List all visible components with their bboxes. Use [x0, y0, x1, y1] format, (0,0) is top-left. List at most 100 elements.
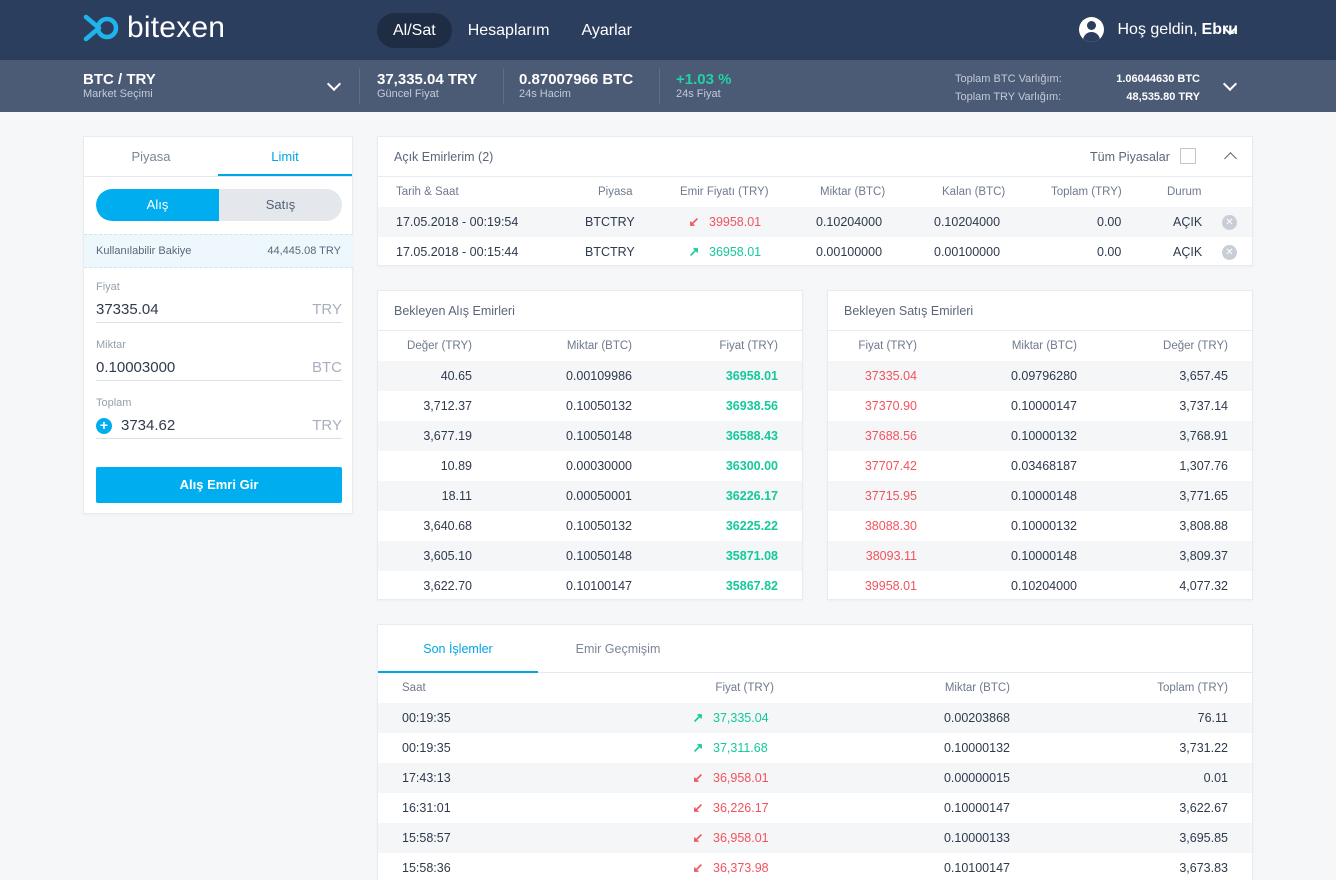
buy-order-row[interactable]: 10.89 0.00030000 36300.00: [378, 451, 802, 481]
sell-order-price: 37335.04: [864, 369, 917, 383]
col-value: Değer (TRY): [1163, 340, 1228, 352]
sell-order-value: 3,808.88: [1179, 519, 1228, 533]
sell-order-price: 39958.01: [864, 579, 917, 593]
buy-order-price: 36958.01: [725, 369, 778, 383]
collapse-chevron-up-icon[interactable]: [1224, 152, 1237, 165]
col-market: Piyasa: [598, 186, 633, 198]
market-selector[interactable]: BTC / TRY Market Seçimi: [83, 71, 156, 100]
trade-price: ↙ 36,373.98: [692, 853, 769, 880]
arrow-down-left-icon: ↙: [692, 830, 704, 845]
sell-order-amount: 0.10000148: [1010, 549, 1077, 563]
all-markets-label: Tüm Piyasalar: [1090, 150, 1170, 164]
user-menu[interactable]: Hoş geldin, Ebru: [1078, 17, 1238, 42]
total-input[interactable]: + 3734.62 TRY: [96, 413, 342, 439]
tab-limit[interactable]: Limit: [218, 137, 352, 176]
buy-order-price: 35871.08: [725, 549, 778, 563]
buy-order-price: 36300.00: [725, 459, 778, 473]
order-form: Piyasa Limit Alış Satış Kullanılabilir B…: [83, 136, 353, 514]
nav-link-settings[interactable]: Ayarlar: [566, 13, 648, 48]
buy-order-row[interactable]: 3,640.68 0.10050132 36225.22: [378, 511, 802, 541]
trade-time: 00:19:35: [402, 711, 451, 725]
arrow-up-right-icon: ↗: [688, 244, 700, 259]
sell-order-price: 38093.11: [865, 549, 917, 563]
plus-icon[interactable]: +: [96, 417, 112, 434]
sell-order-row[interactable]: 38088.30 0.10000132 3,808.88: [828, 511, 1252, 541]
price-input[interactable]: 37335.04 TRY: [96, 297, 342, 323]
trade-price-value: 37,311.68: [713, 741, 768, 755]
tab-recent-trades[interactable]: Son İşlemler: [378, 625, 538, 673]
buy-order-row[interactable]: 40.65 0.00109986 36958.01: [378, 361, 802, 391]
buy-order-row[interactable]: 3,712.37 0.10050132 36938.56: [378, 391, 802, 421]
sell-order-row[interactable]: 37715.95 0.10000148 3,771.65: [828, 481, 1252, 511]
all-markets-checkbox[interactable]: [1180, 148, 1196, 164]
col-order-price: Emir Fiyatı (TRY): [680, 186, 769, 198]
cancel-order-close-icon[interactable]: ✕: [1222, 245, 1237, 260]
sell-side-button[interactable]: Satış: [219, 189, 342, 221]
col-amount: Miktar (BTC): [566, 340, 632, 352]
market-selector-chevron-down-icon[interactable]: [326, 76, 342, 92]
buy-order-row[interactable]: 18.11 0.00050001 36226.17: [378, 481, 802, 511]
buy-order-price: 36588.43: [725, 429, 778, 443]
trade-total: 3,673.83: [1179, 861, 1228, 875]
sell-order-row[interactable]: 37370.90 0.10000147 3,737.14: [828, 391, 1252, 421]
amount-field: Miktar 0.10003000 BTC: [96, 339, 342, 397]
sell-order-row[interactable]: 37707.42 0.03468187 1,307.76: [828, 451, 1252, 481]
trades-table-header: Saat Fiyat (TRY) Miktar (BTC) Toplam (TR…: [378, 673, 1252, 703]
sell-orders-table-header: Fiyat (TRY) Miktar (BTC) Değer (TRY): [828, 331, 1252, 361]
open-order-row: 17.05.2018 - 00:19:54 BTCTRY ↙ 39958.01 0…: [378, 207, 1252, 237]
buy-order-row[interactable]: 3,677.19 0.10050148 36588.43: [378, 421, 802, 451]
divider: [503, 68, 504, 104]
total-input-value[interactable]: 3734.62: [121, 417, 312, 434]
trade-amount: 0.10000133: [943, 831, 1010, 845]
buy-order-value: 3,622.70: [423, 579, 472, 593]
tab-market[interactable]: Piyasa: [84, 137, 218, 176]
sell-order-row[interactable]: 37688.56 0.10000132 3,768.91: [828, 421, 1252, 451]
sell-order-value: 3,771.65: [1179, 489, 1228, 503]
buy-side-button[interactable]: Alış: [96, 189, 219, 221]
buy-order-amount: 0.10100147: [565, 579, 632, 593]
order-price-value: 36958.01: [709, 245, 762, 259]
trade-row: 15:58:57 ↙ 36,958.01 0.10000133 3,695.85: [378, 823, 1252, 853]
buy-order-row[interactable]: 3,622.70 0.10100147 35867.82: [378, 571, 802, 601]
sell-orders-title: Bekleyen Satış Emirleri: [844, 304, 974, 318]
balance-chevron-down-icon[interactable]: [1222, 76, 1238, 92]
sell-order-value: 3,657.45: [1179, 369, 1228, 383]
tab-order-history[interactable]: Emir Geçmişim: [538, 625, 698, 673]
sell-order-amount: 0.03468187: [1010, 459, 1077, 473]
buy-order-value: 3,640.68: [423, 519, 472, 533]
try-balance: 48,535.80 TRY: [1126, 91, 1200, 103]
sell-order-row[interactable]: 38093.11 0.10000148 3,809.37: [828, 541, 1252, 571]
sell-order-amount: 0.10204000: [1010, 579, 1077, 593]
trade-total: 3,622.67: [1179, 801, 1228, 815]
trade-price-value: 36,226.17: [713, 801, 769, 815]
divider: [359, 68, 360, 104]
trade-amount: 0.00203868: [943, 711, 1010, 725]
total-field-label: Toplam: [96, 397, 132, 409]
order-price-value: 39958.01: [709, 215, 762, 229]
arrow-down-left-icon: ↙: [692, 860, 704, 875]
bitexen-logo-icon: [83, 14, 119, 42]
buy-order-row[interactable]: 3,605.10 0.10050148 35871.08: [378, 541, 802, 571]
price-input-value[interactable]: 37335.04: [96, 301, 312, 318]
nav-link-accounts[interactable]: Hesaplarım: [452, 13, 566, 48]
side-toggle: Alış Satış: [96, 189, 342, 221]
trade-amount: 0.10100147: [943, 861, 1010, 875]
nav-link-buy-sell[interactable]: Al/Sat: [377, 13, 452, 48]
sell-order-amount: 0.09796280: [1010, 369, 1077, 383]
buy-orders-table-header: Değer (TRY) Miktar (BTC) Fiyat (TRY): [378, 331, 802, 361]
buy-orders-header: Bekleyen Alış Emirleri: [378, 291, 802, 331]
submit-buy-order-button[interactable]: Alış Emri Gir: [96, 467, 342, 503]
change-stat: +1.03 % 24s Fiyat: [676, 71, 731, 100]
col-total: Toplam (TRY): [1051, 186, 1122, 198]
sell-order-row[interactable]: 37335.04 0.09796280 3,657.45: [828, 361, 1252, 391]
sell-order-amount: 0.10000148: [1010, 489, 1077, 503]
brand-logo[interactable]: bitexen: [83, 11, 225, 44]
sell-order-row[interactable]: 39958.01 0.10204000 4,077.32: [828, 571, 1252, 601]
amount-input[interactable]: 0.10003000 BTC: [96, 355, 342, 381]
col-amount: Miktar (BTC): [944, 682, 1010, 694]
cancel-order-close-icon[interactable]: ✕: [1222, 215, 1237, 230]
trades-panel: Son İşlemler Emir Geçmişim Saat Fiyat (T…: [377, 624, 1253, 880]
trade-row: 00:19:35 ↗ 37,311.68 0.10000132 3,731.22: [378, 733, 1252, 763]
available-balance-label: Kullanılabilir Bakiye: [96, 245, 192, 257]
amount-input-value[interactable]: 0.10003000: [96, 359, 312, 376]
